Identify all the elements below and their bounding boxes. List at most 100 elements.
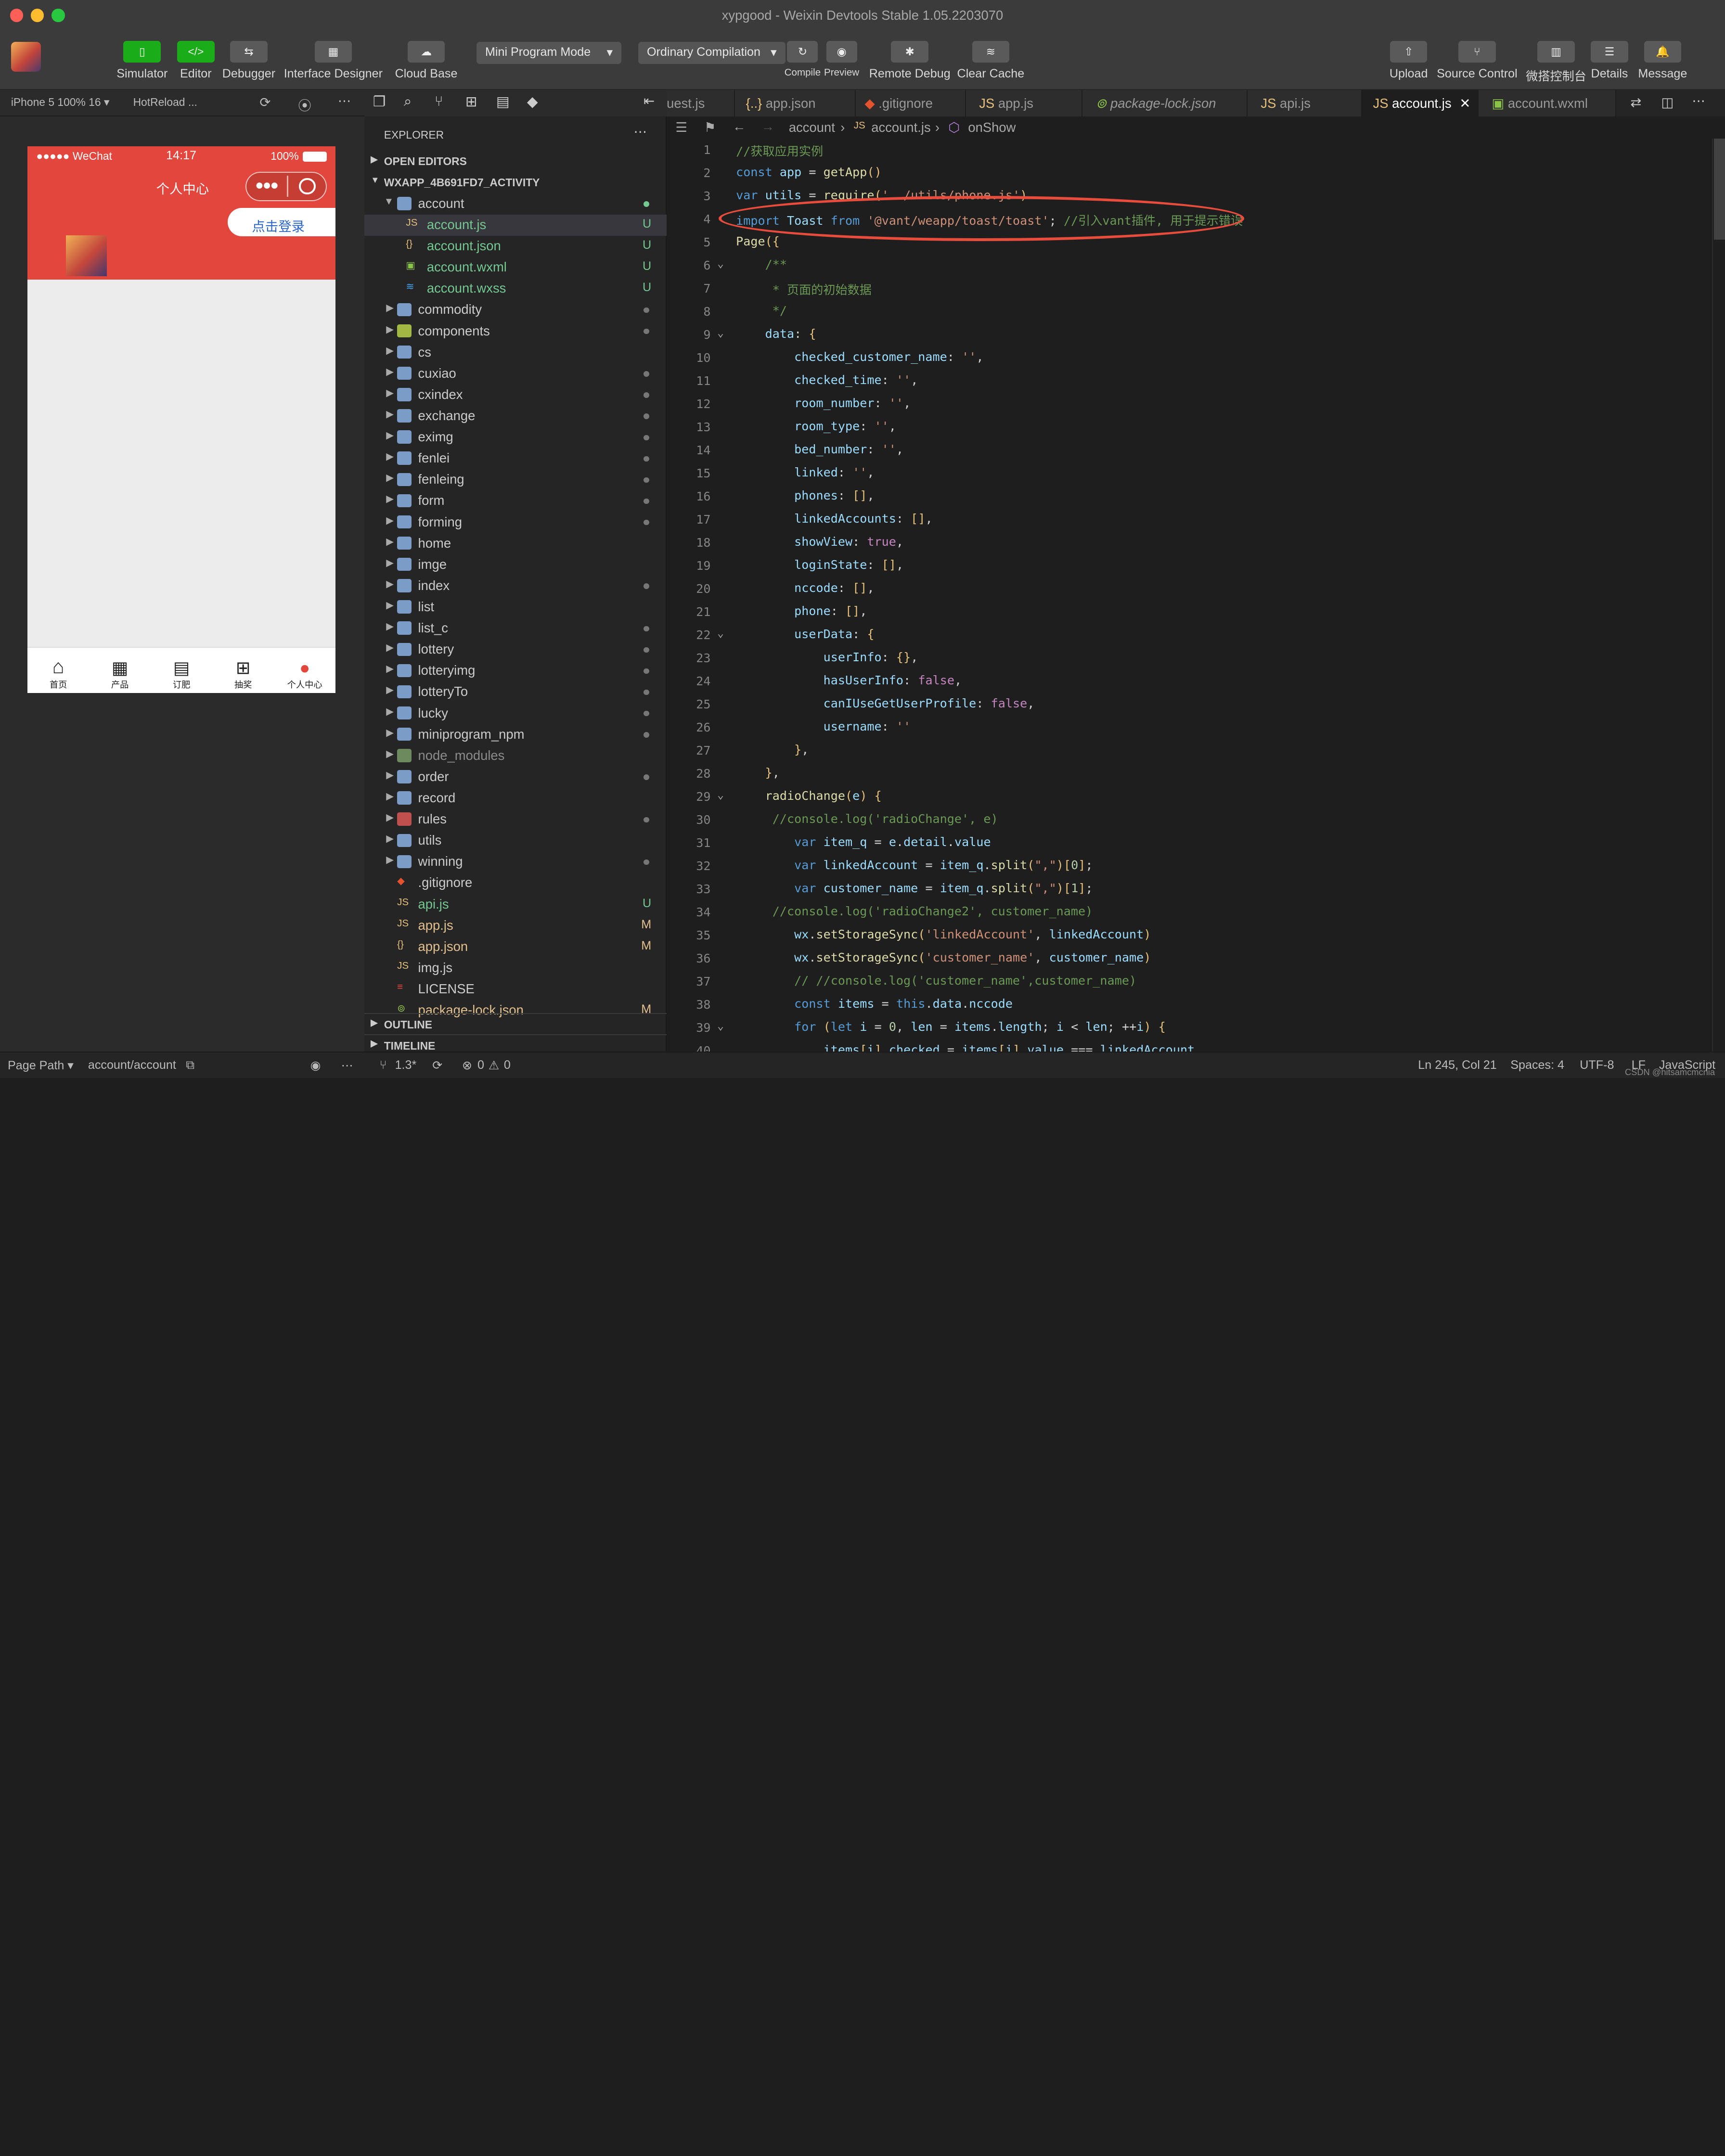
tree-item-winning[interactable]: ▶ winning [364,852,667,873]
tree-item-cs[interactable]: ▶ cs [364,342,667,363]
tree-item-lucky[interactable]: ▶ lucky [364,703,667,724]
code-line[interactable]: 17 linkedAccounts: [], [667,508,1705,531]
code-line[interactable]: 7 * 页面的初始数据 [667,277,1705,300]
open-editors-section[interactable]: ▶ OPEN EDITORS [364,151,667,171]
simulator-button[interactable]: ▯ Simulator [116,40,167,81]
page-path-select[interactable]: Page Path ▾ [8,1058,74,1073]
branch-icon[interactable]: ⑂ [435,93,443,110]
tree-item-lotteryto[interactable]: ▶ lotteryTo [364,682,667,703]
eye-icon[interactable]: ◉ [310,1058,321,1073]
breadcrumb-folder[interactable]: account [789,120,835,135]
code-line[interactable]: 26 username: '' [667,716,1705,739]
tree-item-list[interactable]: ▶ list [364,597,667,617]
list-icon[interactable]: ☰ [675,120,687,135]
tree-item-lotteryimg[interactable]: ▶ lotteryimg [364,661,667,681]
tab-account-wxml[interactable]: ▣ account.wxml [1478,90,1616,117]
storage-icon[interactable]: ▤ [496,93,510,110]
breadcrumb-symbol[interactable]: onShow [968,120,1016,135]
code-line[interactable]: 27 }, [667,739,1705,762]
tab-package-lock[interactable]: ⊚ package-lock.json [1082,90,1248,117]
tree-item-app-json[interactable]: {} app.json M [364,937,667,957]
rotate-icon[interactable]: ⟳ [259,95,270,110]
tab-app-js[interactable]: JS app.js [965,90,1083,117]
more-icon[interactable]: ⋯ [341,1058,353,1073]
tab-home[interactable]: ⌂ 首页 [27,648,89,693]
fold-icon[interactable]: ⌄ [717,1020,724,1032]
error-count[interactable]: 0 [477,1058,484,1072]
tree-item-lottery[interactable]: ▶ lottery [364,640,667,660]
code-line[interactable]: 28 }, [667,762,1705,785]
tree-item-license[interactable]: ≡ LICENSE [364,979,667,1000]
tab-lottery[interactable]: ⊞ 抽奖 [212,648,274,693]
tab-products[interactable]: ▦ 产品 [89,648,151,693]
message-button[interactable]: 🔔 Message [1638,40,1687,81]
forward-icon[interactable]: → [761,119,774,134]
tree-item-imge[interactable]: ▶ imge [364,554,667,575]
code-line[interactable]: 9 ⌄ data: { [667,323,1705,346]
debugger-button[interactable]: ⇆ Debugger [222,40,275,81]
code-line[interactable]: 16 phones: [], [667,485,1705,508]
collapse-panel-icon[interactable]: ⇤ [644,93,655,109]
back-icon[interactable]: ← [733,119,746,134]
more-icon[interactable]: ⋯ [634,124,647,140]
code-line[interactable]: 10 checked_customer_name: '', [667,346,1705,370]
code-line[interactable]: 38 const items = this.data.nccode [667,993,1705,1016]
code-line[interactable]: 1 //获取应用实例 [667,139,1705,162]
interface-designer-button[interactable]: ▦ Interface Designer [284,40,383,81]
code-line[interactable]: 12 room_number: '', [667,393,1705,416]
tree-item-rules[interactable]: ▶ rules [364,809,667,830]
tab-request-js[interactable]: uest.js [667,90,735,117]
tab-profile[interactable]: ● 个人中心 [274,648,335,693]
tree-item-record[interactable]: ▶ record [364,788,667,808]
extensions-icon[interactable]: ⊞ [465,93,477,110]
tree-item-utils[interactable]: ▶ utils [364,831,667,851]
device-select[interactable]: iPhone 5 100% 16 ▾ [11,96,110,109]
code-line[interactable]: 37 // //console.log('customer_name',cust… [667,970,1705,993]
split-editor-icon[interactable]: ◫ [1661,95,1674,110]
tree-item-eximg[interactable]: ▶ eximg [364,427,667,448]
code-line[interactable]: 31 var item_q = e.detail.value [667,832,1705,855]
hotreload-toggle[interactable]: HotReload ... [133,96,197,109]
copy-icon[interactable]: ⧉ [186,1058,194,1073]
tree-item-forming[interactable]: ▶ forming [364,512,667,533]
tree-item-form[interactable]: ▶ form [364,491,667,512]
tree-item-fenleing[interactable]: ▶ fenleing [364,470,667,490]
tree-item-miniprogram-npm[interactable]: ▶ miniprogram_npm [364,724,667,745]
code-line[interactable]: 33 var customer_name = item_q.split(",")… [667,878,1705,901]
project-section[interactable]: ▼ WXAPP_4B691FD7_ACTIVITY [364,172,667,192]
scrollbar[interactable] [1712,138,1725,1052]
tree-item-account-wxml[interactable]: ▣ account.wxml U [364,257,667,278]
code-line[interactable]: 2 const app = getApp() [667,162,1705,185]
code-line[interactable]: 23 userInfo: {}, [667,647,1705,670]
code-line[interactable]: 36 wx.setStorageSync('customer_name', cu… [667,947,1705,970]
code-editor[interactable]: 1//获取应用实例 2 const app = getApp() 3 var utils… [667,138,1712,1052]
docker-icon[interactable]: ◆ [527,93,538,110]
compile-button[interactable]: ↻ Compile [785,40,821,79]
code-line[interactable]: 13 room_type: '', [667,416,1705,439]
details-button[interactable]: ☰ Details [1591,40,1628,81]
fold-icon[interactable]: ⌄ [717,627,724,640]
indentation[interactable]: Spaces: 4 [1510,1058,1564,1072]
tree-item-img-js[interactable]: JS img.js [364,958,667,978]
close-mini-program-icon[interactable] [299,178,316,195]
tree-item-app-js[interactable]: JS app.js M [364,915,667,936]
remote-debug-button[interactable]: ✱ Remote Debug [869,40,951,81]
preview-button[interactable]: ◉ Preview [824,40,859,79]
code-line[interactable]: 35 wx.setStorageSync('linkedAccount', li… [667,924,1705,947]
code-line[interactable]: 14 bed_number: '', [667,439,1705,462]
branch-name[interactable]: 1.3* [395,1058,417,1072]
tree-item--gitignore[interactable]: ◆ .gitignore [364,873,667,894]
tree-item-exchange[interactable]: ▶ exchange [364,406,667,426]
outline-section[interactable]: ▶ OUTLINE [364,1013,667,1034]
record-icon[interactable]: ⦿ [298,95,311,114]
tab-app-json[interactable]: {..} app.json [734,90,856,117]
tree-item-account-js[interactable]: JS account.js U [364,215,667,236]
tree-item-account[interactable]: ▼ account [364,193,667,214]
code-line[interactable]: 25 canIUseGetUserProfile: false, [667,693,1705,716]
search-icon[interactable]: ⌕ [404,93,412,110]
clear-cache-button[interactable]: ≋ Clear Cache [957,40,1024,81]
tree-item-index[interactable]: ▶ index [364,576,667,596]
cursor-position[interactable]: Ln 245, Col 21 [1418,1058,1496,1072]
breadcrumb-file[interactable]: account.js [871,120,930,135]
code-line[interactable]: 34 //console.log('radioChange2', custome… [667,901,1705,924]
